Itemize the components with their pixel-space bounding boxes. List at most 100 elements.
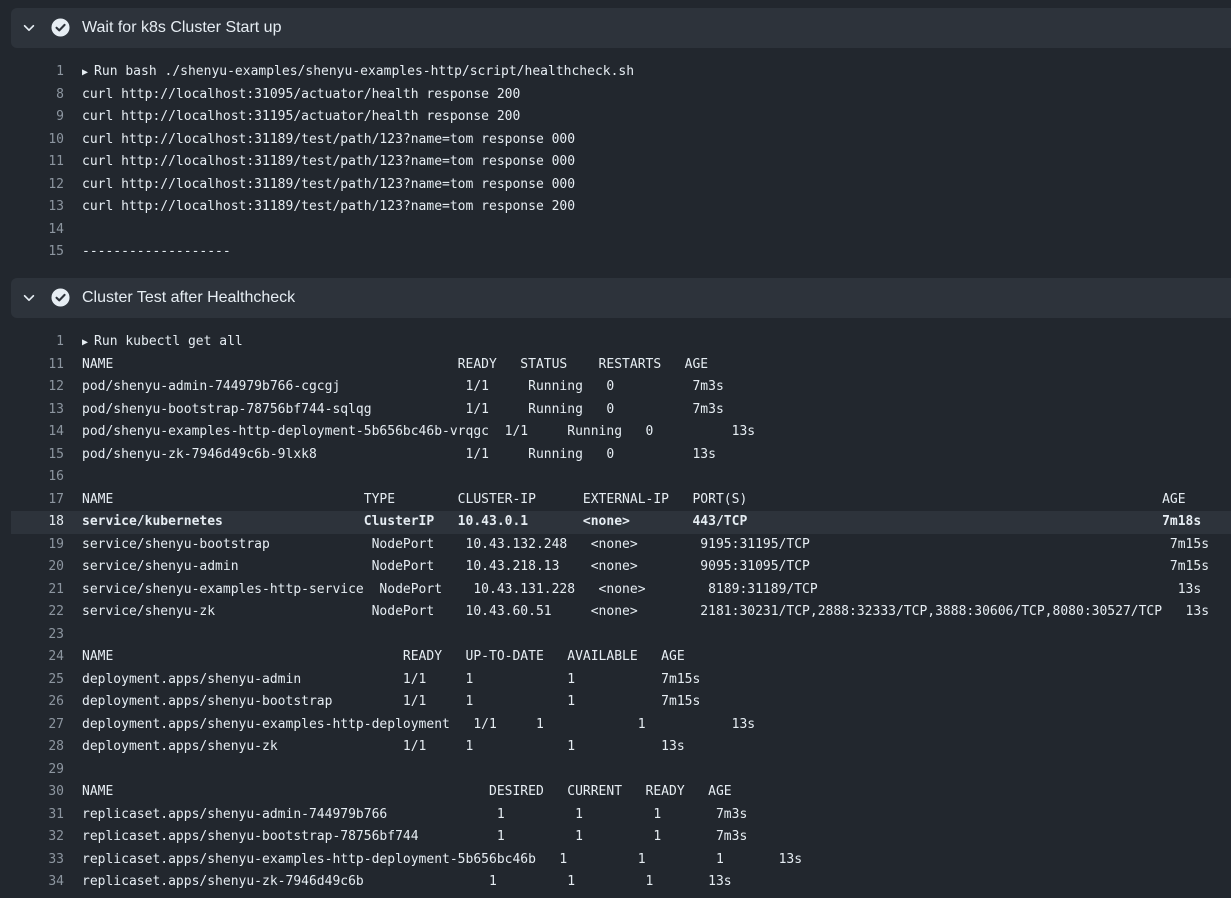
log-line-text: NAME DESIRED CURRENT READY AGE [82, 784, 732, 799]
line-number[interactable]: 29 [11, 759, 64, 782]
chevron-down-icon [23, 294, 35, 302]
log-line-text: replicaset.apps/shenyu-admin-744979b766 … [82, 806, 748, 822]
log-line-text: Run kubectl get all [94, 334, 243, 349]
line-number[interactable]: 34 [11, 871, 64, 894]
chevron-down-icon [23, 24, 35, 32]
expand-triangle-icon[interactable]: ▶ [82, 67, 94, 78]
log-line-text: deployment.apps/shenyu-examples-http-dep… [82, 716, 756, 732]
line-number[interactable]: 23 [11, 624, 64, 647]
log-line: 21 service/shenyu-examples-http-service N… [0, 579, 1231, 602]
log-line-text: curl http://localhost:31189/test/path/12… [82, 154, 576, 169]
line-number[interactable]: 15 [11, 444, 64, 467]
line-number[interactable]: 28 [11, 736, 64, 759]
log-line: 32 replicaset.apps/shenyu-bootstrap-78756… [0, 826, 1231, 849]
log-group-toggle[interactable]: ▶ Run kubectl get all [82, 331, 243, 355]
log-group-line[interactable]: 1 ▶ Run bash ./shenyu-examples/shenyu-exa… [0, 61, 1231, 84]
log-line-text: replicaset.apps/shenyu-zk-7946d49c6b 1 1… [82, 874, 732, 889]
line-number[interactable]: 1 [11, 61, 64, 84]
line-number[interactable]: 11 [11, 354, 64, 377]
line-number[interactable]: 15 [11, 241, 64, 264]
log-group-line[interactable]: 1 ▶ Run kubectl get all [0, 331, 1231, 354]
log-line-text: pod/shenyu-zk-7946d49c6b-9lxk8 1/1 Runni… [82, 446, 716, 462]
log-line: 19 service/shenyu-bootstrap NodePort 10.4… [0, 534, 1231, 557]
log-line: 10 curl http://localhost:31189/test/path/… [0, 129, 1231, 152]
line-number[interactable]: 16 [11, 466, 64, 489]
log-line: 28 deployment.apps/shenyu-zk 1/1 1 1 13s [0, 736, 1231, 759]
log-line: 27 deployment.apps/shenyu-examples-http-d… [0, 714, 1231, 737]
line-number[interactable]: 10 [11, 129, 64, 152]
log-line-text: deployment.apps/shenyu-bootstrap 1/1 1 1… [82, 694, 701, 709]
log-line-text: service/shenyu-admin NodePort 10.43.218.… [82, 559, 1210, 574]
log-line: 31 replicaset.apps/shenyu-admin-744979b76… [0, 804, 1231, 827]
line-number[interactable]: 8 [11, 84, 64, 107]
log-line-text: pod/shenyu-bootstrap-78756bf744-sqlqg 1/… [82, 401, 724, 417]
expand-triangle-icon[interactable]: ▶ [82, 337, 94, 348]
log-line: 34 replicaset.apps/shenyu-zk-7946d49c6b 1… [0, 871, 1231, 894]
line-number[interactable]: 24 [11, 646, 64, 669]
log-line: 13 curl http://localhost:31189/test/path/… [0, 196, 1231, 219]
log-line-text: curl http://localhost:31195/actuator/hea… [82, 109, 521, 124]
step-header-wait-for-k8s[interactable]: Wait for k8s Cluster Start up [11, 8, 1231, 48]
log-line: 11 NAME READY STATUS RESTARTS AGE [0, 354, 1231, 377]
log-line-text: deployment.apps/shenyu-admin 1/1 1 1 7m1… [82, 671, 701, 687]
log-line: 24 NAME READY UP-TO-DATE AVAILABLE AGE [0, 646, 1231, 669]
log-line: 20 service/shenyu-admin NodePort 10.43.21… [0, 556, 1231, 579]
log-line: 13 pod/shenyu-bootstrap-78756bf744-sqlqg … [0, 399, 1231, 422]
log-line: 12 pod/shenyu-admin-744979b766-cgcgj 1/1 … [0, 376, 1231, 399]
line-number[interactable]: 14 [11, 421, 64, 444]
line-number[interactable]: 22 [11, 601, 64, 624]
log-line-text: curl http://localhost:31189/test/path/12… [82, 199, 576, 214]
log-line: 9 curl http://localhost:31195/actuator/he… [0, 106, 1231, 129]
log-line: 30 NAME DESIRED CURRENT READY AGE [0, 781, 1231, 804]
line-number[interactable]: 20 [11, 556, 64, 579]
log-line: 11 curl http://localhost:31189/test/path/… [0, 151, 1231, 174]
line-number[interactable]: 9 [11, 106, 64, 129]
line-number[interactable]: 21 [11, 579, 64, 602]
log-line-text: NAME READY STATUS RESTARTS AGE [82, 356, 709, 372]
step-header-cluster-test[interactable]: Cluster Test after Healthcheck [11, 278, 1231, 318]
line-number[interactable]: 13 [11, 196, 64, 219]
line-number[interactable]: 1 [11, 331, 64, 354]
log-line: 14 [0, 219, 1231, 242]
log-line: 29 [0, 759, 1231, 782]
log-line: 14 pod/shenyu-examples-http-deployment-5b… [0, 421, 1231, 444]
log-line-text: curl http://localhost:31189/test/path/12… [82, 176, 576, 192]
log-line: 25 deployment.apps/shenyu-admin 1/1 1 1 7… [0, 669, 1231, 692]
step-log-cluster-test: 1 ▶ Run kubectl get all 11 NAME READY STATU… [0, 331, 1231, 894]
log-line: 8 curl http://localhost:31095/actuator/he… [0, 84, 1231, 107]
log-line-text: replicaset.apps/shenyu-bootstrap-78756bf… [82, 829, 748, 844]
log-line-text: NAME READY UP-TO-DATE AVAILABLE AGE [82, 649, 685, 664]
log-group-toggle[interactable]: ▶ Run bash ./shenyu-examples/shenyu-exam… [82, 61, 634, 85]
log-line: 33 replicaset.apps/shenyu-examples-http-d… [0, 849, 1231, 872]
step-log-wait-for-k8s: 1 ▶ Run bash ./shenyu-examples/shenyu-exa… [0, 61, 1231, 264]
line-number[interactable]: 30 [11, 781, 64, 804]
step-title: Cluster Test after Healthcheck [82, 289, 296, 306]
line-number[interactable]: 14 [11, 219, 64, 242]
log-line-text: service/kubernetes ClusterIP 10.43.0.1 <… [82, 514, 1202, 529]
line-number[interactable]: 12 [11, 174, 64, 197]
log-line: 12 curl http://localhost:31189/test/path/… [0, 174, 1231, 197]
line-number[interactable]: 31 [11, 804, 64, 827]
log-line: 16 [0, 466, 1231, 489]
line-number[interactable]: 26 [11, 691, 64, 714]
log-line-text: service/shenyu-zk NodePort 10.43.60.51 <… [82, 604, 1210, 619]
line-number[interactable]: 27 [11, 714, 64, 737]
line-number[interactable]: 11 [11, 151, 64, 174]
line-number[interactable]: 19 [11, 534, 64, 557]
log-line-text: curl http://localhost:31189/test/path/12… [82, 131, 576, 147]
line-number[interactable]: 12 [11, 376, 64, 399]
log-line-text: curl http://localhost:31095/actuator/hea… [82, 86, 521, 102]
log-line: 26 deployment.apps/shenyu-bootstrap 1/1 1… [0, 691, 1231, 714]
line-number[interactable]: 33 [11, 849, 64, 872]
line-number[interactable]: 25 [11, 669, 64, 692]
log-line-text: Run bash ./shenyu-examples/shenyu-exampl… [94, 64, 635, 79]
log-line-text: pod/shenyu-examples-http-deployment-5b65… [82, 424, 756, 439]
line-number[interactable]: 17 [11, 489, 64, 512]
line-number[interactable]: 13 [11, 399, 64, 422]
line-number[interactable]: 32 [11, 826, 64, 849]
log-line: 15 ------------------- [0, 241, 1231, 264]
step-title: Wait for k8s Cluster Start up [82, 19, 282, 36]
check-circle-icon [51, 288, 70, 307]
line-number[interactable]: 18 [11, 511, 64, 534]
check-circle-icon [51, 18, 70, 37]
